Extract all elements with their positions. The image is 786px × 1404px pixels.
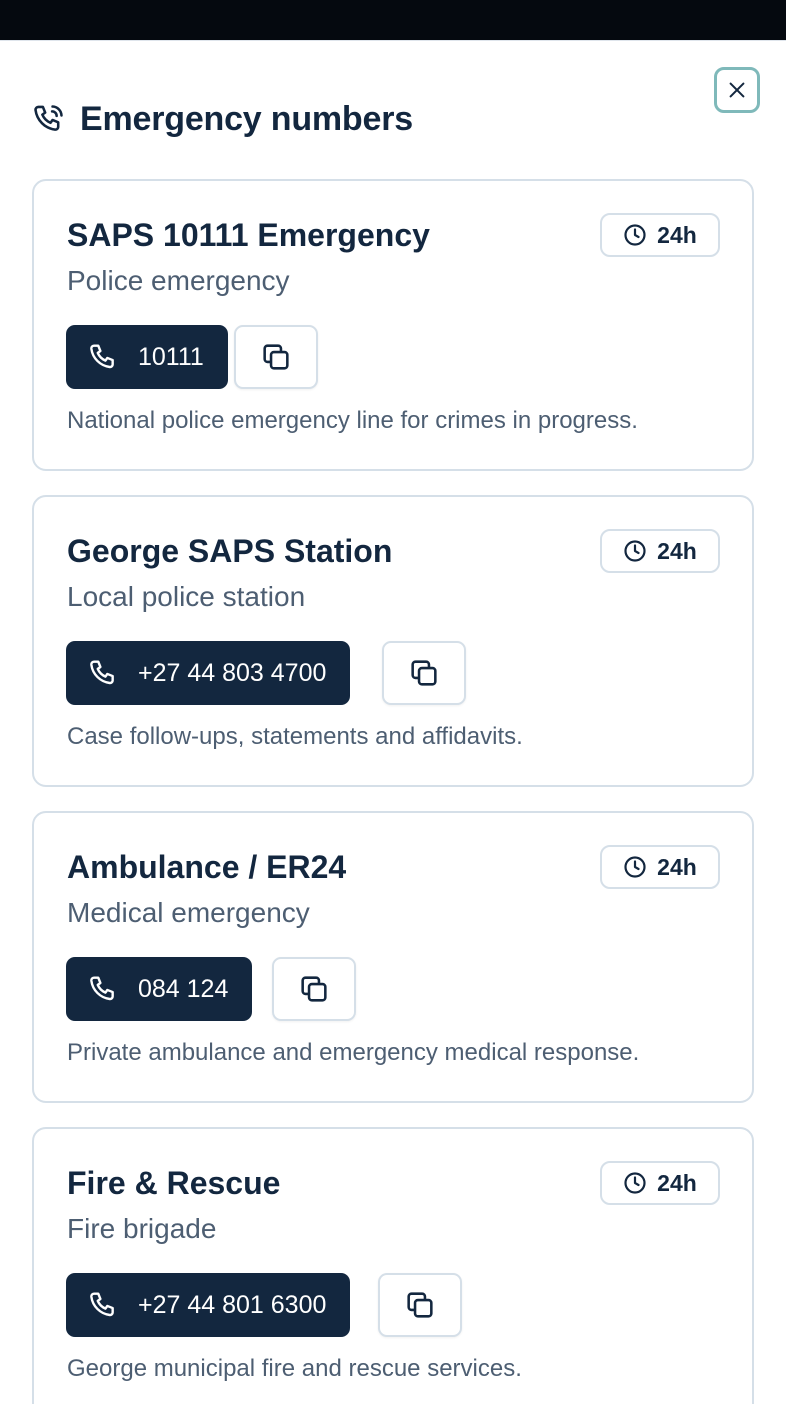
phone-number: 084 124 <box>138 974 229 1003</box>
copy-icon <box>403 1288 437 1322</box>
contact-type: Medical emergency <box>67 897 310 928</box>
phone-wave-icon <box>32 102 66 136</box>
close-button[interactable] <box>714 67 760 113</box>
contact-name: Fire & Rescue <box>67 1165 281 1201</box>
clock-icon <box>623 539 647 563</box>
call-button[interactable]: +27 44 801 6300 <box>66 1273 351 1337</box>
copy-number-button[interactable] <box>272 957 356 1021</box>
copy-icon <box>259 340 293 374</box>
contact-type: Fire brigade <box>67 1213 217 1244</box>
hours-badge: 24h <box>600 1161 720 1205</box>
hours-label: 24h <box>657 221 697 248</box>
clock-icon <box>623 1171 647 1195</box>
phone-icon <box>88 1289 120 1321</box>
phone-icon <box>88 973 120 1005</box>
call-button[interactable]: 084 124 <box>66 957 253 1021</box>
copy-icon <box>297 972 331 1006</box>
backdrop-top-bar <box>0 0 786 40</box>
copy-number-button[interactable] <box>378 1273 462 1337</box>
contact-card: George SAPS Station Local police station… <box>32 495 754 787</box>
page-title: Emergency numbers <box>80 99 413 138</box>
sheet-header: Emergency numbers <box>32 97 413 141</box>
contact-card: SAPS 10111 Emergency Police emergency 24… <box>32 179 754 471</box>
phone-icon <box>88 341 120 373</box>
copy-icon <box>407 656 441 690</box>
contact-name: Ambulance / ER24 <box>67 849 347 885</box>
hours-label: 24h <box>657 537 697 564</box>
contact-type: Local police station <box>67 581 306 612</box>
hours-badge: 24h <box>600 213 720 257</box>
contact-name: SAPS 10111 Emergency <box>67 217 430 253</box>
hours-badge: 24h <box>600 529 720 573</box>
emergency-numbers-sheet: Emergency numbers SAPS 10111 Emergency P… <box>0 40 786 1404</box>
copy-number-button[interactable] <box>234 325 318 389</box>
close-icon <box>726 79 748 101</box>
phone-icon <box>88 657 120 689</box>
contact-description: Case follow-ups, statements and affidavi… <box>67 723 523 750</box>
clock-icon <box>623 223 647 247</box>
call-button[interactable]: +27 44 803 4700 <box>66 641 351 705</box>
contact-type: Police emergency <box>67 265 290 296</box>
contact-description: George municipal fire and rescue service… <box>67 1355 522 1382</box>
phone-number: 10111 <box>138 342 204 371</box>
contact-name: George SAPS Station <box>67 533 393 569</box>
contact-description: Private ambulance and emergency medical … <box>67 1039 640 1066</box>
clock-icon <box>623 855 647 879</box>
call-button[interactable]: 10111 <box>66 325 228 389</box>
contact-description: National police emergency line for crime… <box>67 407 638 434</box>
hours-badge: 24h <box>600 845 720 889</box>
phone-number: +27 44 801 6300 <box>138 1290 327 1319</box>
contact-card: Fire & Rescue Fire brigade 24h +27 44 80… <box>32 1127 754 1404</box>
hours-label: 24h <box>657 853 697 880</box>
copy-number-button[interactable] <box>382 641 466 705</box>
contact-card: Ambulance / ER24 Medical emergency 24h 0… <box>32 811 754 1103</box>
hours-label: 24h <box>657 1169 697 1196</box>
phone-number: +27 44 803 4700 <box>138 658 327 687</box>
